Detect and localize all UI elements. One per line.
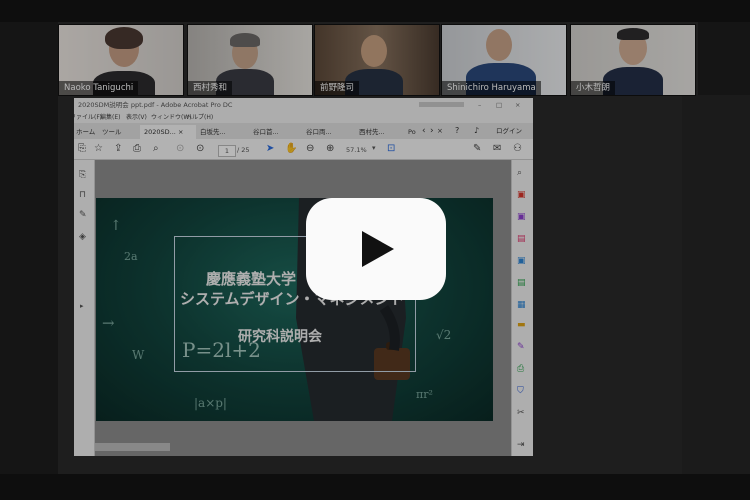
tab-scroll-left-icon[interactable]: ‹ (422, 123, 426, 139)
slide-formula-decoration: 2a (124, 250, 138, 263)
comment-icon[interactable]: ✎ (473, 143, 481, 155)
participant-tile[interactable]: 前野隆司 (314, 24, 440, 96)
participant-name: Shinichiro Haruyama (442, 81, 541, 95)
layers-icon[interactable]: ◈ (79, 232, 86, 242)
export-pdf-icon[interactable]: ▣ (517, 190, 526, 200)
page-fit-icon[interactable]: ⊡ (387, 143, 395, 155)
zoom-in-icon[interactable]: ⊕ (326, 143, 334, 155)
upload-icon[interactable]: ⇪ (114, 143, 122, 155)
menu-view[interactable]: 表示(V) (126, 112, 147, 123)
page-thumbnail-icon[interactable]: ⎘ (79, 170, 86, 180)
search-icon[interactable]: ⌕ (517, 168, 522, 178)
tab-document[interactable]: 白坂先... (196, 125, 230, 139)
cursor-select-icon[interactable]: ➤ (266, 143, 274, 155)
organize-pages-icon[interactable]: ▤ (517, 278, 526, 288)
bottom-bar (0, 474, 750, 500)
acrobat-title-bar: 2020SDM説明会 ppt.pdf - Adobe Acrobat Pro D… (74, 98, 533, 112)
slide-subtitle: 研究科説明会 (238, 329, 322, 345)
page-number-input[interactable]: 1 (218, 145, 236, 157)
bookmark-icon[interactable]: ⊓ (79, 190, 86, 200)
print-production-icon[interactable]: ⎙ (517, 364, 524, 374)
tab-document-active[interactable]: 2020SD... × (140, 125, 196, 139)
menu-file[interactable]: ファイル(F) (74, 112, 102, 123)
create-icon[interactable]: ⎘ (78, 143, 86, 155)
play-button[interactable] (306, 198, 446, 300)
tab-document[interactable]: 谷口首... (249, 125, 283, 139)
acrobat-window: 2020SDM説明会 ppt.pdf - Adobe Acrobat Pro D… (74, 98, 533, 456)
comment-tool-icon[interactable]: ▬ (517, 320, 526, 330)
title-search-field[interactable] (419, 102, 464, 107)
bell-icon[interactable]: ♪ (474, 123, 479, 139)
maximize-icon[interactable]: □ (496, 98, 502, 112)
close-icon[interactable]: × (515, 98, 520, 112)
participant-tile[interactable]: Naoko Taniguchi (58, 24, 184, 96)
menu-edit[interactable]: 編集(E) (100, 112, 120, 123)
menu-help[interactable]: ヘルプ(H) (186, 112, 213, 123)
tab-close-icon[interactable]: × (178, 128, 183, 136)
slide-formula-decoration: W (132, 348, 145, 362)
zoom-level-select[interactable]: 57.1% (346, 145, 367, 155)
protect-icon[interactable]: ⛉ (517, 386, 524, 396)
right-panel (682, 95, 750, 474)
play-icon (362, 231, 394, 267)
zoom-search-icon[interactable]: ⌕ (153, 143, 159, 155)
help-icon[interactable]: ? (455, 123, 459, 139)
print-icon[interactable]: ⎙ (133, 143, 141, 155)
chevron-down-icon[interactable]: ▾ (372, 144, 376, 152)
tab-document[interactable]: 西村先... (355, 125, 389, 139)
tab-document[interactable]: 谷口両... (302, 125, 336, 139)
slide-formula-decoration: ↑ (110, 218, 122, 234)
attachment-icon[interactable]: ✎ (79, 210, 87, 220)
mail-icon[interactable]: ✉ (493, 143, 501, 155)
zoom-out-icon[interactable]: ⊖ (306, 143, 314, 155)
right-tools-pane: ⌕ ▣ ▣ ▤ ▣ ▤ ▦ ▬ ✎ ⎙ ⛉ ✂ ⇥ (511, 160, 533, 456)
page-down-icon[interactable]: ⊙ (196, 143, 204, 155)
scan-icon[interactable]: ▦ (517, 300, 526, 310)
edit-pdf-icon[interactable]: ▣ (517, 212, 526, 222)
window-title: 2020SDM説明会 ppt.pdf - Adobe Acrobat Pro D… (78, 101, 233, 109)
bookmark-star-icon[interactable]: ☆ (94, 143, 103, 155)
participant-tile[interactable]: 西村秀和 (187, 24, 313, 96)
hand-tool-icon[interactable]: ✋ (285, 143, 297, 155)
tab-tools[interactable]: ツール (98, 125, 126, 139)
tab-document[interactable]: Po (404, 125, 420, 139)
participant-tile[interactable]: Shinichiro Haruyama (441, 24, 567, 96)
minimize-icon[interactable]: – (478, 98, 481, 112)
collapse-pane-icon[interactable]: ⇥ (517, 440, 525, 450)
top-bar (0, 0, 750, 22)
acrobat-menu-bar: ファイル(F) 編集(E) 表示(V) ウィンドウ(W) ヘルプ(H) (74, 112, 533, 123)
page-total: / 25 (237, 146, 250, 154)
slide-formula-decoration: √2 (436, 328, 452, 342)
tab-scroll-right-icon[interactable]: › (430, 123, 434, 139)
participant-name: 西村秀和 (188, 81, 233, 95)
create-pdf-icon[interactable]: ▤ (517, 234, 526, 244)
participant-name: Naoko Taniguchi (59, 81, 139, 95)
participant-name: 小木哲朗 (571, 81, 616, 95)
acrobat-tab-bar: ホーム ツール 2020SD... × 白坂先... 谷口首... 谷口両...… (74, 123, 533, 139)
slide-formula-decoration: → (102, 314, 115, 332)
more-tools-icon[interactable]: ✂ (517, 408, 525, 418)
expand-pane-icon[interactable]: ▸ (80, 302, 84, 310)
left-nav-pane: ⎘ ⊓ ✎ ◈ ▸ (74, 160, 95, 456)
acrobat-toolbar: ⎘ ☆ ⇪ ⎙ ⌕ ⊙ ⊙ 1 / 25 ➤ ✋ ⊖ ⊕ 57.1% ▾ ⊡ ✎… (74, 139, 533, 160)
page-up-icon[interactable]: ⊙ (176, 143, 184, 155)
participant-name: 前野隆司 (315, 81, 360, 95)
fill-sign-icon[interactable]: ✎ (517, 342, 525, 352)
tab-label: 2020SD... (144, 128, 176, 136)
login-button[interactable]: ログイン (496, 123, 522, 139)
combine-files-icon[interactable]: ▣ (517, 256, 526, 266)
slide-formula-decoration: |a×p| (194, 396, 227, 410)
tab-home[interactable]: ホーム (74, 125, 99, 139)
tab-close-all-icon[interactable]: × (437, 123, 443, 139)
participant-tile[interactable]: 小木哲朗 (570, 24, 696, 96)
horizontal-scrollbar[interactable] (95, 443, 170, 451)
add-user-icon[interactable]: ⚇ (513, 143, 522, 155)
slide-title-line1: 慶應義塾大学 (206, 270, 297, 288)
